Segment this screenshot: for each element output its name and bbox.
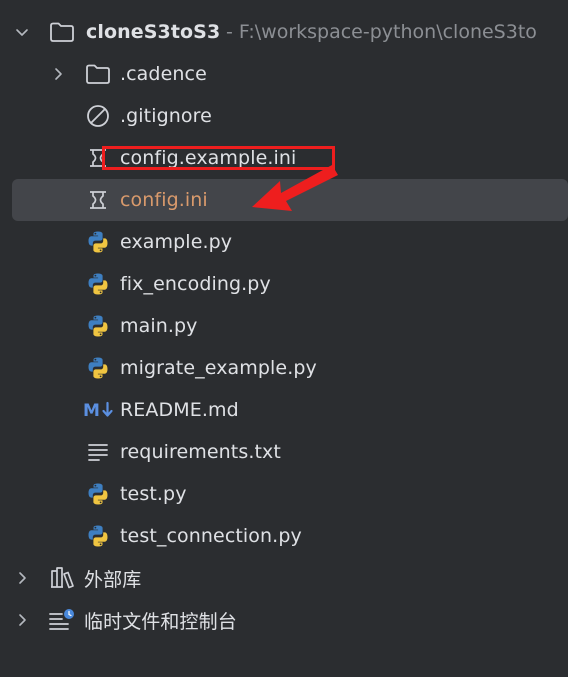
ignore-icon bbox=[84, 95, 112, 137]
tree-row-file[interactable]: migrate_example.py bbox=[0, 347, 568, 389]
folder-icon bbox=[84, 53, 112, 95]
tree-row-file[interactable]: config.example.ini bbox=[0, 137, 568, 179]
scratches-icon bbox=[48, 599, 76, 641]
file-label: main.py bbox=[120, 315, 198, 337]
python-icon bbox=[84, 515, 112, 557]
markdown-icon bbox=[82, 389, 116, 431]
python-icon bbox=[84, 347, 112, 389]
file-label: requirements.txt bbox=[120, 441, 281, 463]
ini-file-icon bbox=[84, 137, 112, 179]
project-tree: cloneS3toS3 - F:\workspace-python\cloneS… bbox=[0, 11, 568, 641]
tree-row-file[interactable]: requirements.txt bbox=[0, 431, 568, 473]
tree-row-project-root[interactable]: cloneS3toS3 - F:\workspace-python\cloneS… bbox=[0, 11, 568, 53]
file-label: migrate_example.py bbox=[120, 357, 317, 379]
tree-row-file[interactable]: README.md bbox=[0, 389, 568, 431]
project-name: cloneS3toS3 bbox=[86, 21, 221, 43]
file-label: test.py bbox=[120, 483, 187, 505]
folder-icon bbox=[48, 11, 76, 53]
chevron-down-icon[interactable] bbox=[12, 11, 32, 53]
tree-row-file-selected[interactable]: config.ini bbox=[0, 179, 568, 221]
tree-row-file[interactable]: .gitignore bbox=[0, 95, 568, 137]
tree-row-file[interactable]: fix_encoding.py bbox=[0, 263, 568, 305]
file-label: example.py bbox=[120, 231, 233, 253]
python-icon bbox=[84, 305, 112, 347]
tree-row-file[interactable]: example.py bbox=[0, 221, 568, 263]
tree-row-file[interactable]: test_connection.py bbox=[0, 515, 568, 557]
ini-file-icon bbox=[84, 179, 112, 221]
tree-row-file[interactable]: main.py bbox=[0, 305, 568, 347]
python-icon bbox=[84, 263, 112, 305]
file-label: config.example.ini bbox=[120, 147, 297, 169]
project-path: - F:\workspace-python\cloneS3to bbox=[226, 21, 537, 43]
python-icon bbox=[84, 473, 112, 515]
chevron-right-icon[interactable] bbox=[48, 53, 68, 95]
file-label: config.ini bbox=[120, 189, 208, 211]
file-label: .gitignore bbox=[120, 105, 212, 127]
file-label: fix_encoding.py bbox=[120, 273, 271, 295]
python-icon bbox=[84, 221, 112, 263]
tree-row-scratches[interactable]: 临时文件和控制台 bbox=[0, 599, 568, 641]
file-label: .cadence bbox=[120, 63, 207, 85]
tree-row-folder[interactable]: .cadence bbox=[0, 53, 568, 95]
scratches-label: 临时文件和控制台 bbox=[84, 610, 237, 633]
tree-row-file[interactable]: test.py bbox=[0, 473, 568, 515]
chevron-right-icon[interactable] bbox=[12, 557, 32, 599]
text-file-icon bbox=[84, 431, 112, 473]
tree-row-external-libraries[interactable]: 外部库 bbox=[0, 557, 568, 599]
file-label: test_connection.py bbox=[120, 525, 302, 547]
external-libraries-label: 外部库 bbox=[84, 568, 142, 591]
file-label: README.md bbox=[120, 399, 239, 421]
library-icon bbox=[48, 557, 76, 599]
chevron-right-icon[interactable] bbox=[12, 599, 32, 641]
